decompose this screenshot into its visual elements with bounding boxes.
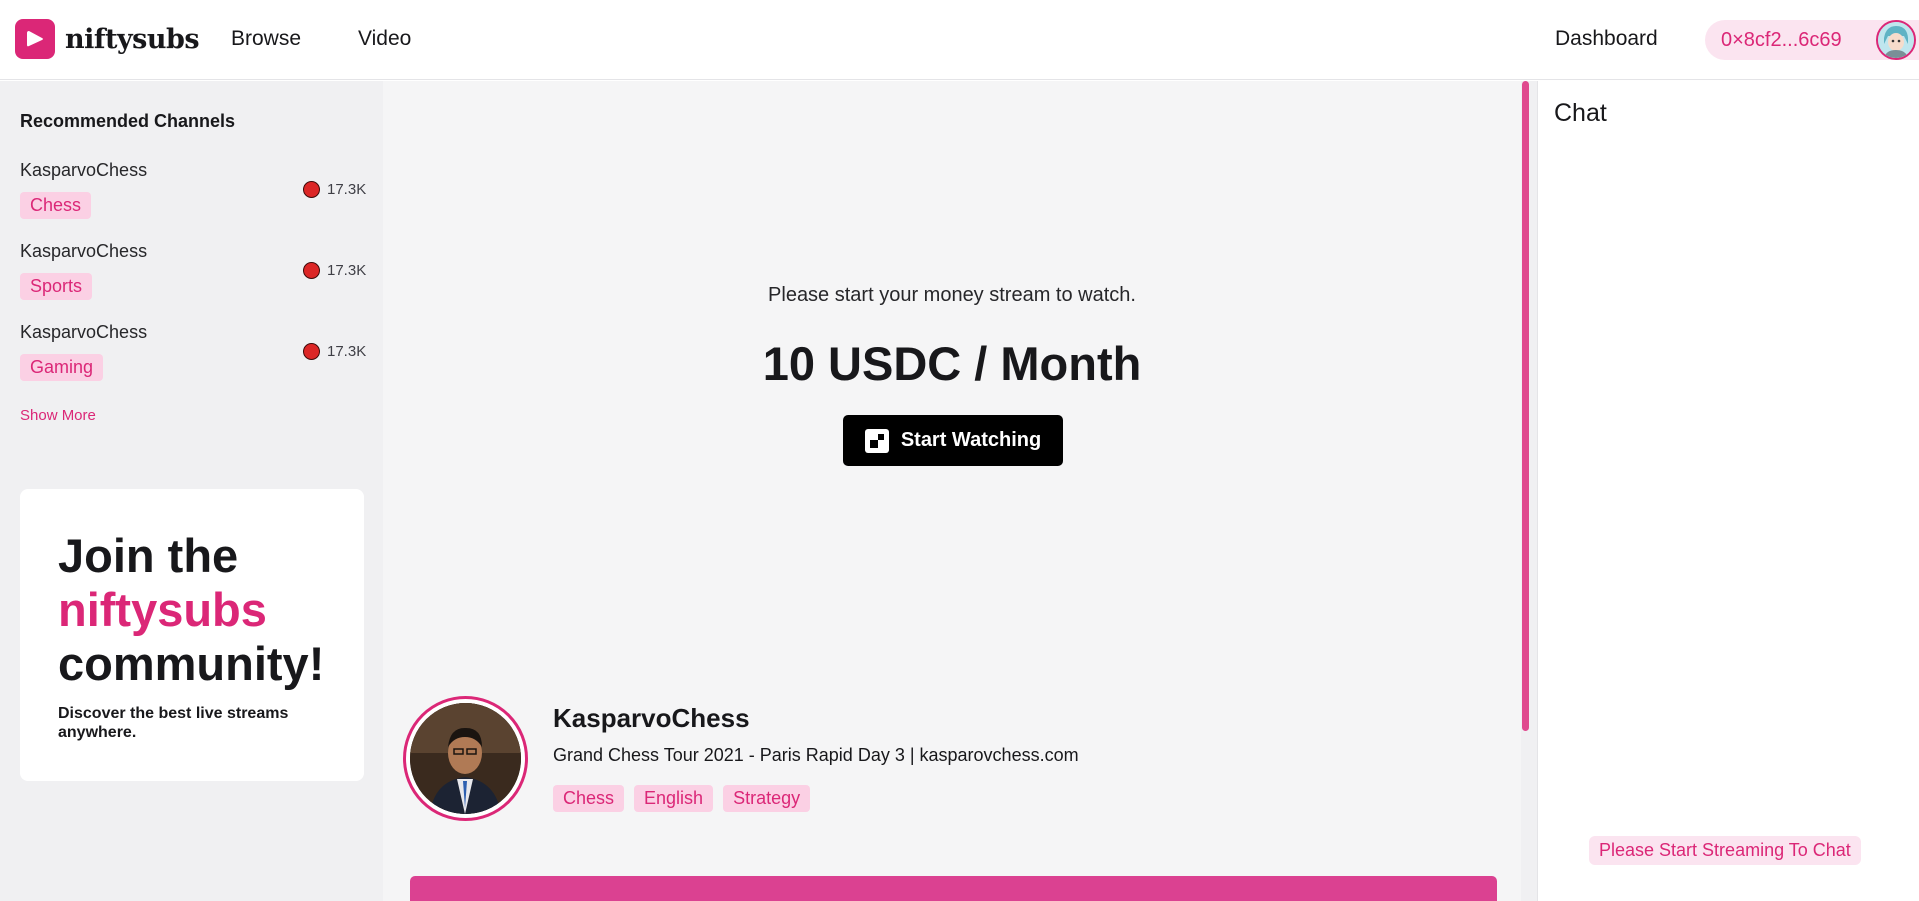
- channel-category-tag[interactable]: Chess: [20, 192, 92, 219]
- play-icon: [15, 19, 55, 59]
- niftysubs-logo[interactable]: niftysubs: [15, 19, 200, 59]
- join-heading-line1: Join the: [58, 529, 239, 582]
- live-indicator-icon: [303, 181, 320, 198]
- live-indicator-icon: [303, 262, 320, 279]
- channel-category-tag[interactable]: Sports: [20, 273, 93, 300]
- viewer-count: 17.3K: [327, 343, 367, 360]
- chat-locked-notice: Please Start Streaming To Chat: [1589, 836, 1861, 865]
- join-subtitle: Discover the best live streams anywhere.: [58, 705, 289, 741]
- join-heading-line3: community!: [58, 637, 325, 690]
- stream-tag[interactable]: Chess: [553, 785, 625, 812]
- stream-title: Grand Chess Tour 2021 - Paris Rapid Day …: [553, 745, 1079, 765]
- sidebar: Recommended Channels KasparvoChess Chess…: [0, 81, 383, 901]
- nav-browse-link[interactable]: Browse: [231, 27, 301, 51]
- channel-name: KasparvoChess: [20, 160, 148, 180]
- channel-item[interactable]: KasparvoChess Sports 17.3K: [20, 241, 367, 317]
- paywall-prompt: Please start your money stream to watch.: [768, 284, 1136, 306]
- recommended-channels-title: Recommended Channels: [20, 111, 236, 131]
- channel-item[interactable]: KasparvoChess Chess 17.3K: [20, 160, 367, 236]
- channel-category-tag[interactable]: Gaming: [20, 354, 104, 381]
- wallet-address: 0×8cf2...6c69: [1721, 29, 1842, 51]
- user-avatar[interactable]: [1876, 20, 1916, 60]
- show-more-link[interactable]: Show More: [20, 407, 96, 424]
- chat-title: Chat: [1554, 99, 1607, 127]
- start-watching-button[interactable]: Start Watching: [843, 415, 1063, 466]
- nav-dashboard-link[interactable]: Dashboard: [1555, 27, 1658, 51]
- top-navbar: niftysubs Browse Video Dashboard 0×8cf2.…: [0, 0, 1919, 80]
- chat-panel: Chat Please Start Streaming To Chat: [1537, 81, 1919, 901]
- channel-name: KasparvoChess: [20, 241, 148, 261]
- stream-main: Please start your money stream to watch.…: [383, 81, 1521, 901]
- viewer-count: 17.3K: [327, 181, 367, 198]
- logo-text: niftysubs: [65, 23, 200, 55]
- stream-tags: Chess English Strategy: [553, 785, 811, 812]
- join-community-card: Join the niftysubs community! Discover t…: [20, 489, 364, 781]
- nav-video-link[interactable]: Video: [358, 27, 411, 51]
- stream-tag[interactable]: Strategy: [723, 785, 811, 812]
- viewer-count: 17.3K: [327, 262, 367, 279]
- main-scrollbar-thumb[interactable]: [1522, 81, 1529, 731]
- superfluid-icon: [864, 428, 889, 453]
- channel-item[interactable]: KasparvoChess Gaming 17.3K: [20, 322, 367, 398]
- channel-name: KasparvoChess: [20, 322, 148, 342]
- stream-tag[interactable]: English: [634, 785, 714, 812]
- subscription-price: 10 USDC / Month: [762, 337, 1142, 390]
- start-watching-label: Start Watching: [900, 429, 1042, 451]
- join-heading-brand: niftysubs: [58, 583, 267, 636]
- streamer-avatar[interactable]: [403, 696, 528, 821]
- streamer-name[interactable]: KasparvoChess: [553, 703, 750, 734]
- stream-info-banner: [410, 876, 1497, 901]
- live-indicator-icon: [303, 343, 320, 360]
